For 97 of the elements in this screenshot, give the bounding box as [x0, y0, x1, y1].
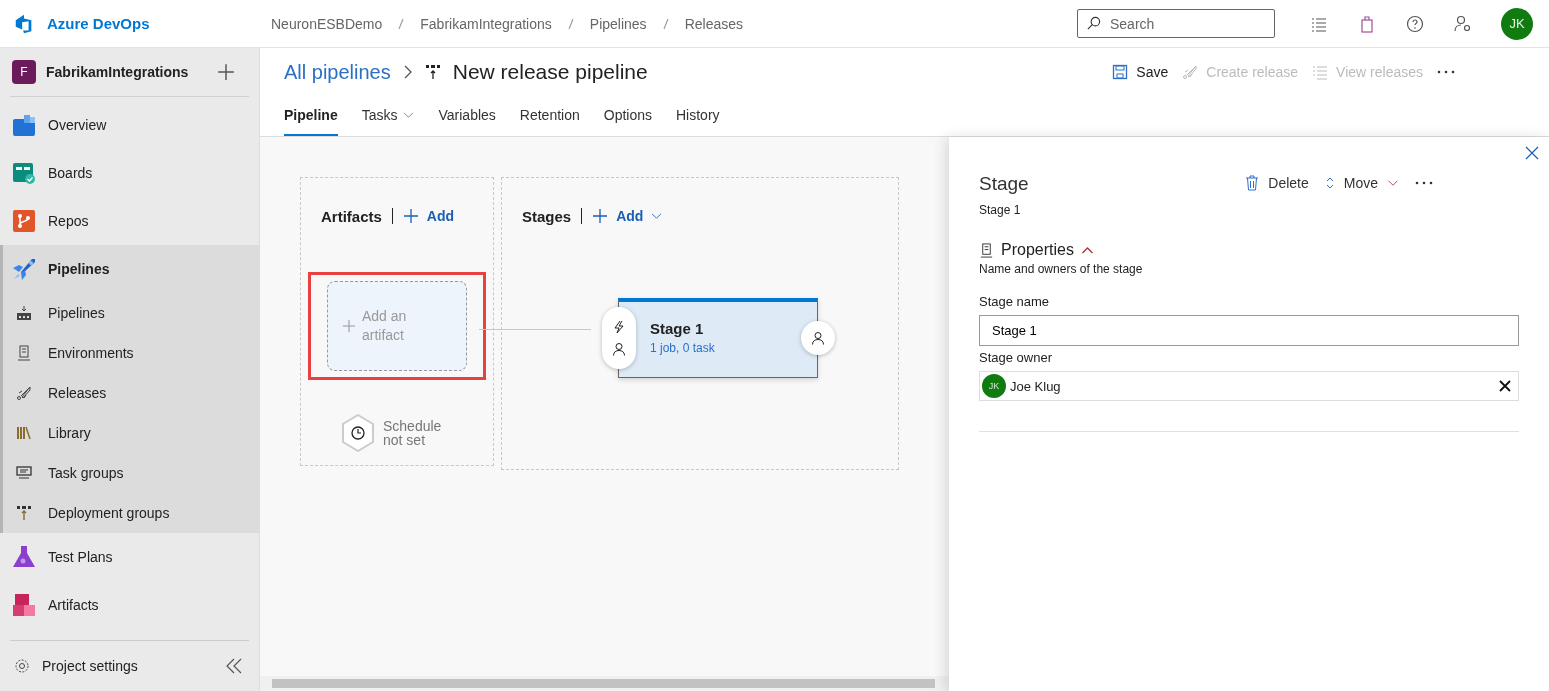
rocket-icon	[16, 385, 32, 401]
plus-icon	[342, 319, 356, 333]
lane-title: Artifacts	[321, 207, 382, 225]
boards-icon	[12, 161, 36, 185]
search-icon	[1086, 16, 1101, 31]
breadcrumb-link[interactable]: NeuronESBDemo	[271, 15, 383, 32]
more-icon[interactable]	[1437, 70, 1455, 74]
page-title: New release pipeline	[452, 60, 648, 84]
server-icon	[16, 345, 32, 361]
person-picker[interactable]: JK Joe Klug	[979, 371, 1519, 401]
breadcrumb-link[interactable]: FabrikamIntegrations	[420, 15, 552, 32]
schedule-status: Schedule not set	[383, 419, 443, 447]
add-button[interactable]: Add	[402, 208, 455, 224]
deploy-icon	[16, 505, 32, 521]
person-name: Joe Klug	[1010, 378, 1062, 394]
tab[interactable]: Variables	[438, 96, 496, 136]
lane-title: Stages	[522, 207, 572, 225]
trigger-pill[interactable]	[602, 307, 636, 369]
save-icon	[1112, 64, 1129, 80]
factory-icon	[16, 305, 32, 321]
user-settings-icon[interactable]	[1454, 14, 1472, 33]
rocket-icon	[12, 257, 36, 281]
project-name[interactable]: FabrikamIntegrations	[46, 64, 207, 80]
nav-item[interactable]: Artifacts	[0, 581, 259, 629]
chevron-down-icon	[651, 212, 663, 220]
stage-summary-link[interactable]: 1 job, 0 task	[650, 341, 715, 355]
add-button[interactable]: Add	[592, 208, 663, 224]
up-down-icon	[1324, 175, 1335, 191]
more-icon[interactable]	[1415, 181, 1433, 185]
tab[interactable]: Retention	[519, 96, 580, 136]
panel-action-button[interactable]: Move	[1324, 175, 1399, 191]
project-avatar: F	[12, 60, 36, 84]
chevron-icon	[1080, 246, 1094, 254]
shopping-bag-icon[interactable]	[1358, 14, 1376, 33]
project-settings-link[interactable]: Project settings	[10, 642, 138, 690]
plus-icon[interactable]	[217, 63, 235, 81]
rocket-icon	[1182, 64, 1199, 80]
nav-item[interactable]: Overview	[0, 101, 259, 149]
plus-icon	[592, 208, 609, 224]
field-label: Stage name	[979, 294, 1051, 309]
list-icon	[1312, 64, 1329, 80]
help-icon[interactable]	[1406, 14, 1424, 33]
window-list-icon	[16, 465, 32, 481]
plus-icon	[402, 208, 419, 224]
nav-item[interactable]: Repos	[0, 197, 259, 245]
panel-action-button[interactable]: Delete	[1245, 175, 1309, 191]
nav-subitem[interactable]: Task groups	[3, 453, 259, 493]
nav-subitem[interactable]: Releases	[3, 373, 259, 413]
settings-icon	[14, 658, 30, 674]
stage-card[interactable]: Stage 1 1 job, 0 task	[618, 298, 818, 378]
horizontal-scrollbar[interactable]	[260, 676, 949, 691]
trash-icon	[1245, 175, 1260, 191]
slash-separator-icon	[398, 17, 405, 30]
nav-subitem[interactable]: Environments	[3, 333, 259, 373]
nav-subitem[interactable]: Pipelines	[3, 293, 259, 333]
repos-icon	[12, 209, 36, 233]
person-avatar: JK	[982, 374, 1006, 398]
slash-separator-icon	[567, 17, 574, 30]
stage-name: Stage 1	[650, 320, 704, 337]
lightning-icon	[612, 320, 626, 334]
approver-button[interactable]	[801, 321, 835, 355]
schedule-icon[interactable]	[341, 414, 375, 452]
section-toggle[interactable]: Properties	[979, 241, 1094, 259]
nav-item[interactable]: Boards	[0, 149, 259, 197]
close-icon[interactable]	[1499, 380, 1511, 392]
boxes-icon	[12, 593, 36, 617]
search-field[interactable]: Search	[1077, 9, 1275, 38]
tab[interactable]: History	[676, 96, 720, 136]
person-icon	[811, 331, 825, 345]
breadcrumb-link[interactable]: All pipelines	[284, 60, 391, 84]
close-icon[interactable]	[1525, 146, 1539, 160]
nav-subitem[interactable]: Library	[3, 413, 259, 453]
user-avatar[interactable]: JK	[1501, 7, 1533, 40]
nav-item[interactable]: Pipelines	[3, 245, 259, 293]
section-description: Name and owners of the stage	[979, 262, 1144, 276]
flask-icon	[12, 545, 36, 569]
breadcrumb-link[interactable]: Pipelines	[589, 15, 647, 32]
field-label: Stage owner	[979, 350, 1053, 365]
panel-title: Stage	[979, 173, 1029, 195]
collapse-icon[interactable]	[225, 658, 243, 674]
tab[interactable]: Tasks	[361, 96, 415, 136]
chevron-down-icon	[1387, 179, 1399, 187]
books-icon	[16, 425, 32, 441]
server-icon	[979, 242, 994, 258]
product-name[interactable]: Azure DevOps	[47, 15, 150, 32]
text-input[interactable]: Stage 1	[979, 315, 1519, 346]
slash-separator-icon	[662, 17, 669, 30]
person-icon	[612, 342, 626, 356]
nav-item[interactable]: Test Plans	[0, 533, 259, 581]
panel-subtitle: Stage 1	[979, 203, 1022, 217]
release-pipeline-icon	[424, 64, 441, 80]
chevron-right-icon	[402, 64, 413, 80]
tab[interactable]: Options	[603, 96, 652, 136]
overview-icon	[12, 113, 36, 137]
toolbar-button[interactable]: Save	[1112, 64, 1169, 80]
nav-subitem[interactable]: Deployment groups	[3, 493, 259, 533]
breadcrumb-link[interactable]: Releases	[684, 15, 743, 32]
